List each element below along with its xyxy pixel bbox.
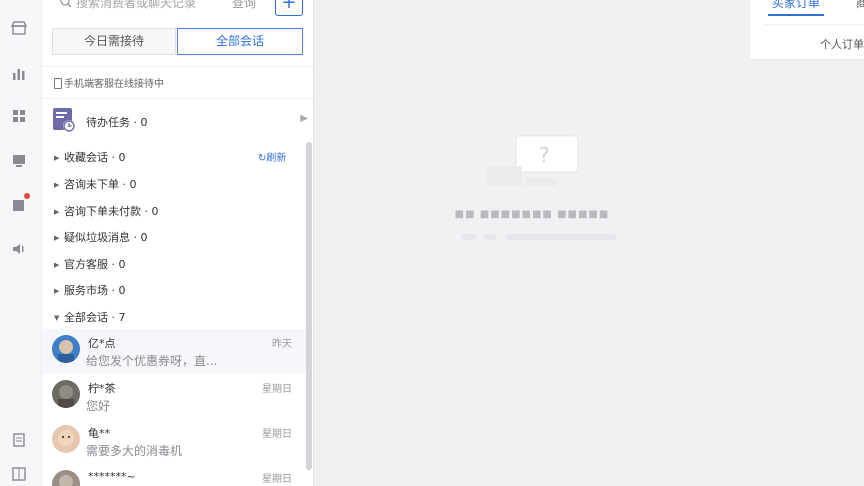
group-label: 服务市场 · 0 — [64, 284, 126, 297]
personal-orders-filter[interactable]: 个人订单 — [820, 36, 864, 52]
avatar — [52, 470, 80, 486]
tab-products[interactable]: 商 — [856, 0, 864, 11]
caret-right-icon: ▶ — [54, 287, 60, 295]
chat-area-empty: ? ■■ ■■■■■■■ ■■■■■ — [314, 0, 750, 486]
group-label: 收藏会话 · 0 — [64, 151, 126, 164]
group-service-market[interactable]: ▶ 服务市场 · 0 — [54, 282, 126, 298]
caret-right-icon: ▶ — [54, 154, 60, 162]
chart-icon[interactable] — [11, 66, 27, 82]
scrollbar[interactable] — [306, 142, 312, 470]
phone-icon — [54, 78, 62, 89]
mobile-status-text: 手机端客服在线接待中 — [64, 79, 164, 90]
message-box-icon[interactable] — [11, 197, 27, 213]
conversation-item[interactable]: *******~ 星期日 — [42, 464, 308, 486]
last-message: 您好 — [86, 399, 111, 413]
refresh-label: 刷新 — [266, 153, 287, 164]
mobile-status: 手机端客服在线接待中 — [54, 75, 164, 90]
search-bar: 搜索消费者或聊天记录 查询 + — [42, 0, 313, 18]
conversation-panel: 搜索消费者或聊天记录 查询 + 今日需接待 全部会话 手机端客服在线接待中 待办… — [42, 0, 314, 486]
refresh-button[interactable]: ↻刷新 — [258, 149, 286, 164]
last-message: 给您发个优惠券呀，直... — [86, 354, 218, 368]
active-tab-indicator — [768, 14, 824, 16]
search-icon — [60, 0, 72, 8]
avatar — [52, 425, 80, 453]
divider — [42, 98, 313, 99]
group-consult-no-order[interactable]: ▶ 咨询未下单 · 0 — [54, 176, 137, 192]
contact-name: *******~ — [88, 470, 136, 483]
empty-chat-illustration-icon: ? — [486, 126, 582, 196]
placeholder-bar — [462, 234, 476, 240]
group-label: 官方客服 · 0 — [64, 258, 126, 271]
tab-all-conversations[interactable]: 全部会话 — [177, 28, 303, 55]
group-label: 全部会话 · 7 — [64, 311, 126, 324]
monitor-icon[interactable] — [11, 153, 27, 169]
plus-icon: + — [281, 0, 297, 13]
todo-label: 待办任务 · 0 — [86, 116, 148, 129]
caret-right-icon: ▶ — [54, 208, 60, 216]
document-icon[interactable] — [11, 432, 27, 448]
apps-grid-icon[interactable] — [11, 108, 27, 124]
divider — [764, 24, 864, 25]
nav-rail — [0, 0, 42, 486]
shop-icon[interactable] — [11, 20, 27, 36]
conversation-item[interactable]: 亿*点 给您发个优惠券呀，直... 昨天 — [42, 329, 308, 374]
task-list-icon — [52, 107, 76, 133]
timestamp: 星期日 — [262, 384, 292, 395]
conversation-item[interactable]: 龟** 需要多大的消毒机 星期日 — [42, 419, 308, 464]
timestamp: 星期日 — [262, 474, 292, 485]
add-button[interactable]: + — [275, 0, 303, 16]
conversation-item[interactable]: 柠*茶 您好 星期日 — [42, 374, 308, 419]
divider — [42, 66, 313, 67]
caret-right-icon: ▶ — [54, 181, 60, 189]
group-label: 咨询下单未付款 · 0 — [64, 205, 159, 218]
todo-tasks-row[interactable]: 待办任务 · 0 ▶ — [52, 106, 308, 134]
contact-name: 亿*点 — [88, 337, 116, 350]
group-label: 咨询未下单 · 0 — [64, 178, 137, 191]
last-message: 需要多大的消毒机 — [86, 444, 183, 458]
group-official-service[interactable]: ▶ 官方客服 · 0 — [54, 256, 126, 272]
tab-today-reception[interactable]: 今日需接待 — [52, 28, 176, 55]
search-input[interactable]: 搜索消费者或聊天记录 — [76, 0, 196, 11]
group-all-conversations[interactable]: ▼ 全部会话 · 7 — [54, 309, 126, 325]
group-ordered-unpaid[interactable]: ▶ 咨询下单未付款 · 0 — [54, 203, 159, 219]
settings-panel-icon[interactable] — [11, 466, 27, 482]
timestamp: 昨天 — [272, 339, 292, 350]
empty-state-blurred-text: ■■ ■■■■■■■ ■■■■■ — [454, 209, 610, 220]
avatar — [52, 380, 80, 408]
chevron-right-icon: ▶ — [300, 113, 308, 124]
notification-dot — [24, 193, 30, 199]
group-favorites[interactable]: ▶ 收藏会话 · 0 — [54, 149, 126, 165]
group-label: 疑似垃圾消息 · 0 — [64, 231, 148, 244]
placeholder-bar — [484, 234, 496, 240]
tab-buyer-orders[interactable]: 买家订单 — [772, 0, 820, 11]
avatar — [52, 335, 80, 363]
speaker-icon[interactable] — [11, 241, 27, 257]
right-panel: 买家订单 商 个人订单 — [750, 0, 864, 60]
contact-name: 柠*茶 — [88, 382, 116, 395]
timestamp: 星期日 — [262, 429, 292, 440]
search-button[interactable]: 查询 — [232, 0, 256, 11]
contact-name: 龟** — [88, 427, 110, 440]
caret-right-icon: ▶ — [54, 234, 60, 242]
caret-down-icon: ▼ — [54, 314, 60, 322]
group-suspected-spam[interactable]: ▶ 疑似垃圾消息 · 0 — [54, 229, 148, 245]
placeholder-bar — [506, 234, 616, 240]
svg-text:?: ? — [539, 143, 550, 167]
caret-right-icon: ▶ — [54, 261, 60, 269]
